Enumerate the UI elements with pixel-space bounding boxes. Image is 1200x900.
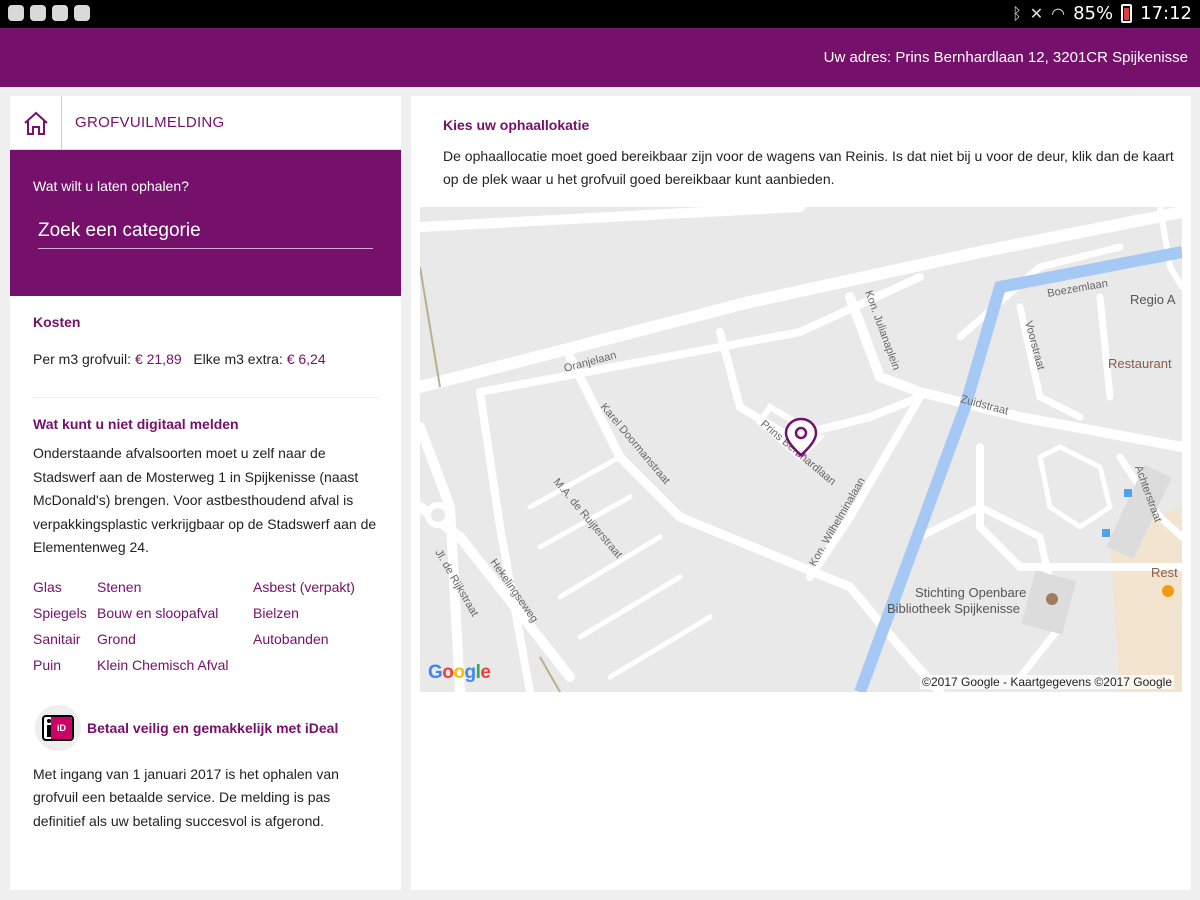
not-digital-section: Wat kunt u niet digitaal melden Ondersta… <box>10 398 401 833</box>
right-panel: Kies uw ophaallokatie De ophaallocatie m… <box>411 96 1191 890</box>
breadcrumb: GROFVUILMELDING <box>10 95 401 150</box>
location-map[interactable]: Oranjelaan Karel Doormanstraat M.A. de R… <box>420 207 1182 692</box>
costs-line: Per m3 grofvuil: € 21,89 Elke m3 extra: … <box>33 348 378 372</box>
map-place-label: Rest <box>1151 565 1178 580</box>
battery-percentage: 85% <box>1073 3 1114 24</box>
per-m3-price: € 21,89 <box>134 351 182 367</box>
google-logo: Google <box>428 662 491 683</box>
status-bar: ᛒ ✕ ◠ 85% 17:12 <box>0 0 1200 28</box>
not-digital-title: Wat kunt u niet digitaal melden <box>33 416 239 432</box>
notification-icon <box>74 5 90 21</box>
ideal-logo: iD <box>35 704 81 751</box>
location-text: De ophaallocatie moet goed bereikbaar zi… <box>443 148 1174 187</box>
map-copyright: ©2017 Google - Kaartgegevens ©2017 Googl… <box>920 675 1174 689</box>
bluetooth-icon: ᛒ <box>1012 4 1022 23</box>
home-icon <box>23 111 48 135</box>
extra-m3-label: Elke m3 extra: <box>193 351 283 367</box>
waste-type-item[interactable]: Bouw en sloopafval <box>97 602 253 625</box>
ideal-text: Met ingang van 1 januari 2017 is het oph… <box>33 765 339 829</box>
user-address: Uw adres: Prins Bernhardlaan 12, 3201CR … <box>823 49 1188 66</box>
location-title: Kies uw ophaallokatie <box>443 117 590 133</box>
ideal-title: Betaal veilig en gemakkelijk met iDeal <box>87 719 339 736</box>
waste-type-list: Glas Stenen Asbest (verpakt) Spiegels Bo… <box>33 576 378 677</box>
not-digital-text: Onderstaande afvalsoorten moet u zelf na… <box>33 445 377 555</box>
app-header: Uw adres: Prins Bernhardlaan 12, 3201CR … <box>0 28 1200 87</box>
notification-icon <box>52 5 68 21</box>
costs-title: Kosten <box>33 314 81 330</box>
category-search-panel: Wat wilt u laten ophalen? <box>10 150 401 296</box>
map-place-label: Regio A <box>1130 292 1176 307</box>
waste-type-item[interactable]: Sanitair <box>33 628 97 651</box>
waste-type-item[interactable]: Autobanden <box>253 628 383 651</box>
map-place-label: Stichting Openbare <box>915 585 1026 600</box>
waste-type-item[interactable]: Puin <box>33 654 97 677</box>
map-place-label: Bibliotheek Spijkenisse <box>887 601 1020 616</box>
waste-type-item[interactable]: Stenen <box>97 576 253 599</box>
left-panel: GROFVUILMELDING Wat wilt u laten ophalen… <box>10 95 401 890</box>
waste-type-item[interactable]: Bielzen <box>253 602 383 625</box>
page-title: GROFVUILMELDING <box>75 114 225 131</box>
ideal-header: iD Betaal veilig en gemakkelijk met iDea… <box>33 704 378 751</box>
ideal-icon-mark: iD <box>51 716 72 739</box>
system-status: ᛒ ✕ ◠ 85% 17:12 <box>1012 3 1192 24</box>
map-canvas[interactable]: Oranjelaan Karel Doormanstraat M.A. de R… <box>420 207 1182 692</box>
map-place-label: Restaurant <box>1108 356 1172 371</box>
costs-section: Kosten Per m3 grofvuil: € 21,89 Elke m3 … <box>33 296 378 398</box>
battery-icon <box>1121 4 1133 23</box>
wifi-icon: ◠ <box>1051 4 1066 23</box>
ideal-icon: iD <box>42 714 74 741</box>
notification-icon <box>8 5 24 21</box>
category-search-input[interactable] <box>38 216 373 249</box>
waste-type-item[interactable]: Asbest (verpakt) <box>253 576 383 599</box>
mute-icon: ✕ <box>1029 4 1044 23</box>
clock: 17:12 <box>1140 3 1192 24</box>
home-button[interactable] <box>10 95 62 150</box>
waste-type-item[interactable]: Glas <box>33 576 97 599</box>
notification-icon <box>30 5 46 21</box>
notification-icons <box>8 5 90 21</box>
waste-type-item[interactable]: Grond <box>97 628 253 651</box>
search-question: Wat wilt u laten ophalen? <box>33 178 189 194</box>
waste-type-item[interactable]: Spiegels <box>33 602 97 625</box>
extra-m3-price: € 6,24 <box>286 351 326 367</box>
waste-type-item[interactable]: Klein Chemisch Afval <box>97 654 253 677</box>
per-m3-label: Per m3 grofvuil: <box>33 351 132 367</box>
